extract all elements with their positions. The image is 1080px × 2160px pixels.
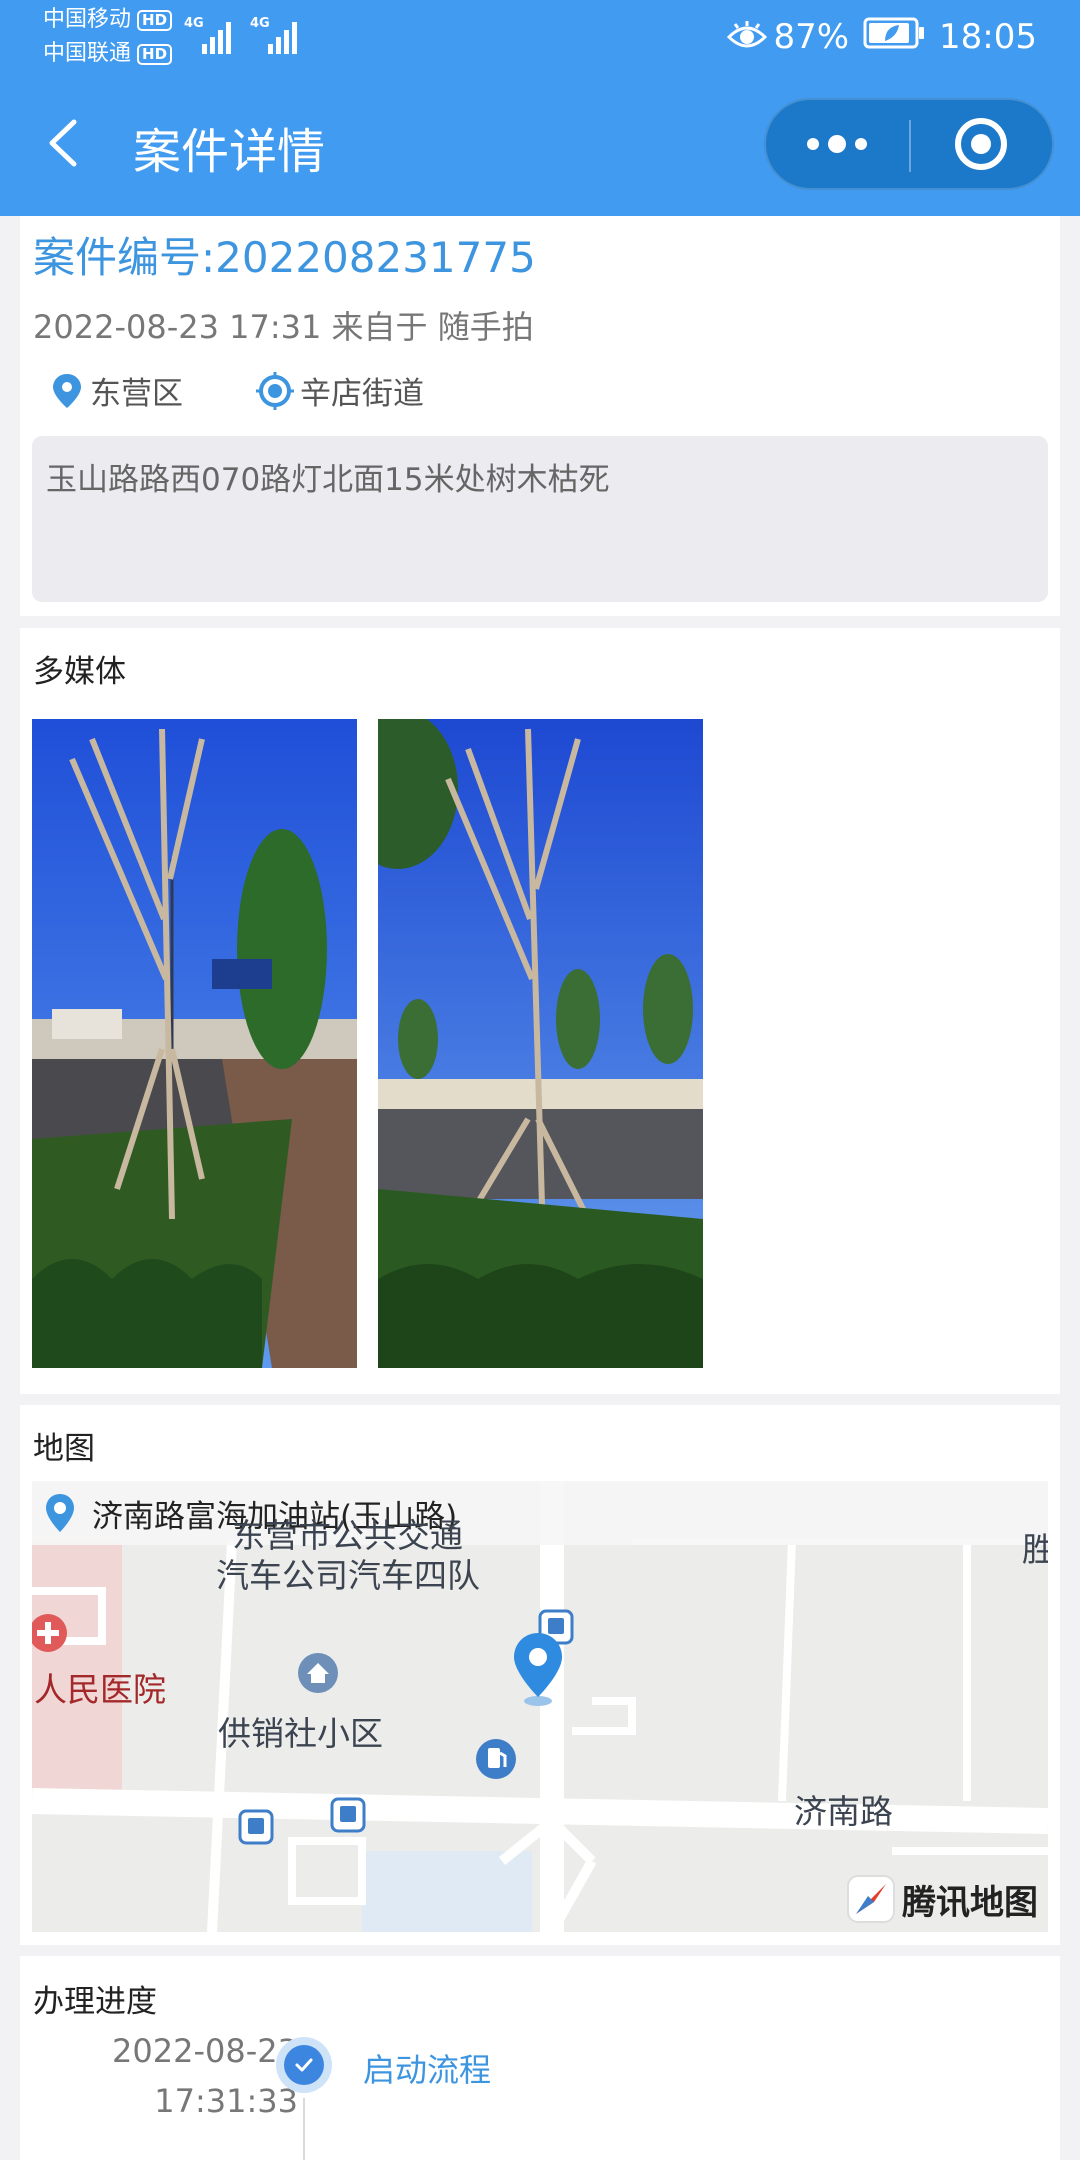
carrier-1: 中国移动 HD bbox=[43, 7, 173, 33]
media-title: 多媒体 bbox=[33, 654, 126, 690]
hd-badge: HD bbox=[137, 43, 173, 65]
map-label-edge: 胜 bbox=[1022, 1530, 1048, 1569]
carrier-2-name: 中国联通 bbox=[43, 41, 132, 66]
case-number: 案件编号:202208231775 bbox=[33, 233, 536, 282]
close-button[interactable] bbox=[911, 100, 1054, 188]
tree-photo-image bbox=[32, 719, 357, 1368]
eye-comfort-icon bbox=[727, 21, 768, 53]
location-pin-icon bbox=[53, 373, 81, 408]
target-close-icon bbox=[955, 118, 1007, 170]
tencent-map-logo: 腾讯地图 bbox=[846, 1874, 1038, 1924]
map-address-bar: 济南路富海加油站(玉山路) bbox=[32, 1481, 1048, 1545]
carrier-2: 中国联通 HD bbox=[43, 41, 173, 67]
network-type-1: 4G bbox=[184, 16, 204, 31]
progress-step-label: 启动流程 bbox=[363, 2051, 492, 2089]
map-label-road: 济南路 bbox=[794, 1792, 893, 1831]
battery-percent: 87% bbox=[773, 17, 850, 57]
tree-photo-image bbox=[378, 719, 703, 1368]
case-info-card: 案件编号:202208231775 2022-08-23 17:31 来自于 随… bbox=[20, 216, 1060, 616]
signal-icon: 4G bbox=[184, 16, 231, 54]
hd-badge: HD bbox=[137, 9, 173, 31]
case-meta: 2022-08-23 17:31 来自于 随手拍 bbox=[33, 308, 534, 346]
tencent-map-text: 腾讯地图 bbox=[902, 1882, 1038, 1923]
street-label: 辛店街道 bbox=[300, 376, 424, 412]
map-label-community: 供销社小区 bbox=[218, 1714, 383, 1753]
progress-card: 办理进度 2022-08-23 17:31:33 启动流程 bbox=[20, 1956, 1060, 2160]
map-card: 地图 济南路富海加油站(玉山路) 东营市公共交通 汽车公司汽车四队 胜 人民医院 bbox=[20, 1405, 1060, 1945]
media-photo-1[interactable] bbox=[32, 719, 357, 1368]
progress-step-dot bbox=[276, 2037, 332, 2093]
street-tag: 辛店街道 bbox=[256, 368, 424, 413]
map-marker-icon bbox=[514, 1633, 562, 1706]
bus-stop-icon bbox=[238, 1809, 274, 1845]
tencent-map-logo-icon bbox=[847, 1875, 895, 1923]
progress-timeline-line bbox=[303, 2098, 305, 2160]
more-button[interactable] bbox=[766, 100, 909, 188]
case-description: 玉山路路西070路灯北面15米处树木枯死 bbox=[32, 436, 1048, 602]
media-card: 多媒体 bbox=[20, 628, 1060, 1394]
battery-icon bbox=[863, 17, 925, 58]
page-title: 案件详情 bbox=[133, 124, 326, 180]
top-bar: 中国移动 HD 中国联通 HD 4G 4G 87% 18:05 案件详情 bbox=[0, 0, 1080, 216]
chevron-left-icon bbox=[49, 119, 77, 167]
bus-stop-icon bbox=[330, 1797, 366, 1833]
map-view[interactable]: 济南路富海加油站(玉山路) 东营市公共交通 汽车公司汽车四队 胜 人民医院 供销… bbox=[32, 1481, 1048, 1932]
district-label: 东营区 bbox=[90, 376, 183, 412]
mini-program-capsule bbox=[764, 98, 1054, 190]
hospital-icon bbox=[32, 1614, 67, 1652]
media-photo-2[interactable] bbox=[378, 719, 703, 1368]
navigation-bar: 案件详情 bbox=[0, 90, 1080, 200]
clock: 18:05 bbox=[939, 17, 1037, 57]
signal-icon: 4G bbox=[250, 16, 297, 54]
progress-step-date: 2022-08-23 bbox=[112, 2032, 298, 2070]
location-pin-icon bbox=[46, 1494, 74, 1532]
status-right: 87% 18:05 bbox=[727, 12, 1037, 62]
map-label-bus-company-2: 汽车公司汽车四队 bbox=[216, 1556, 480, 1595]
more-dots-icon bbox=[807, 135, 867, 153]
carrier-1-name: 中国移动 bbox=[43, 7, 132, 32]
home-poi-icon bbox=[298, 1653, 338, 1693]
progress-title: 办理进度 bbox=[33, 1984, 157, 2020]
locate-target-icon bbox=[256, 371, 294, 410]
map-title: 地图 bbox=[33, 1431, 95, 1467]
progress-step-time: 17:31:33 bbox=[154, 2082, 298, 2120]
district-tag: 东营区 bbox=[50, 368, 183, 413]
network-type-2: 4G bbox=[250, 16, 270, 31]
back-button[interactable] bbox=[40, 108, 100, 178]
map-label-hospital: 人民医院 bbox=[34, 1670, 166, 1709]
status-bar: 中国移动 HD 中国联通 HD 4G 4G 87% 18:05 bbox=[0, 0, 1080, 80]
check-icon bbox=[295, 2058, 313, 2072]
gas-station-icon bbox=[476, 1739, 516, 1779]
